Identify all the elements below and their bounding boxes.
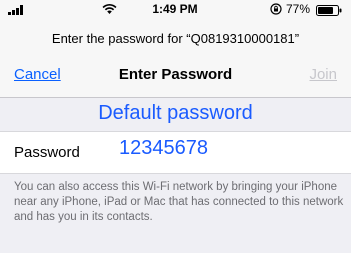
password-prompt: Enter the password for “Q0819310000181” xyxy=(51,31,300,46)
status-time: 1:49 PM xyxy=(152,2,198,16)
navigation-bar: Cancel Enter Password Join xyxy=(0,62,351,88)
header-area: 1:49 PM 77% Enter the password for “Q081… xyxy=(0,0,351,98)
password-row: Password xyxy=(0,131,351,174)
orientation-lock-icon xyxy=(270,3,282,15)
default-password-annotation: Default password xyxy=(98,102,253,124)
status-bar: 1:49 PM 77% xyxy=(0,0,351,20)
wifi-icon xyxy=(102,3,117,14)
battery-percent: 77% xyxy=(286,2,311,16)
password-input[interactable] xyxy=(119,137,339,160)
battery-icon xyxy=(316,5,342,16)
cancel-button[interactable]: Cancel xyxy=(14,66,61,83)
password-label: Password xyxy=(14,144,80,161)
join-button[interactable]: Join xyxy=(309,66,337,83)
signal-icon xyxy=(8,5,23,15)
footer-description: You can also access this Wi-Fi network b… xyxy=(14,181,344,223)
